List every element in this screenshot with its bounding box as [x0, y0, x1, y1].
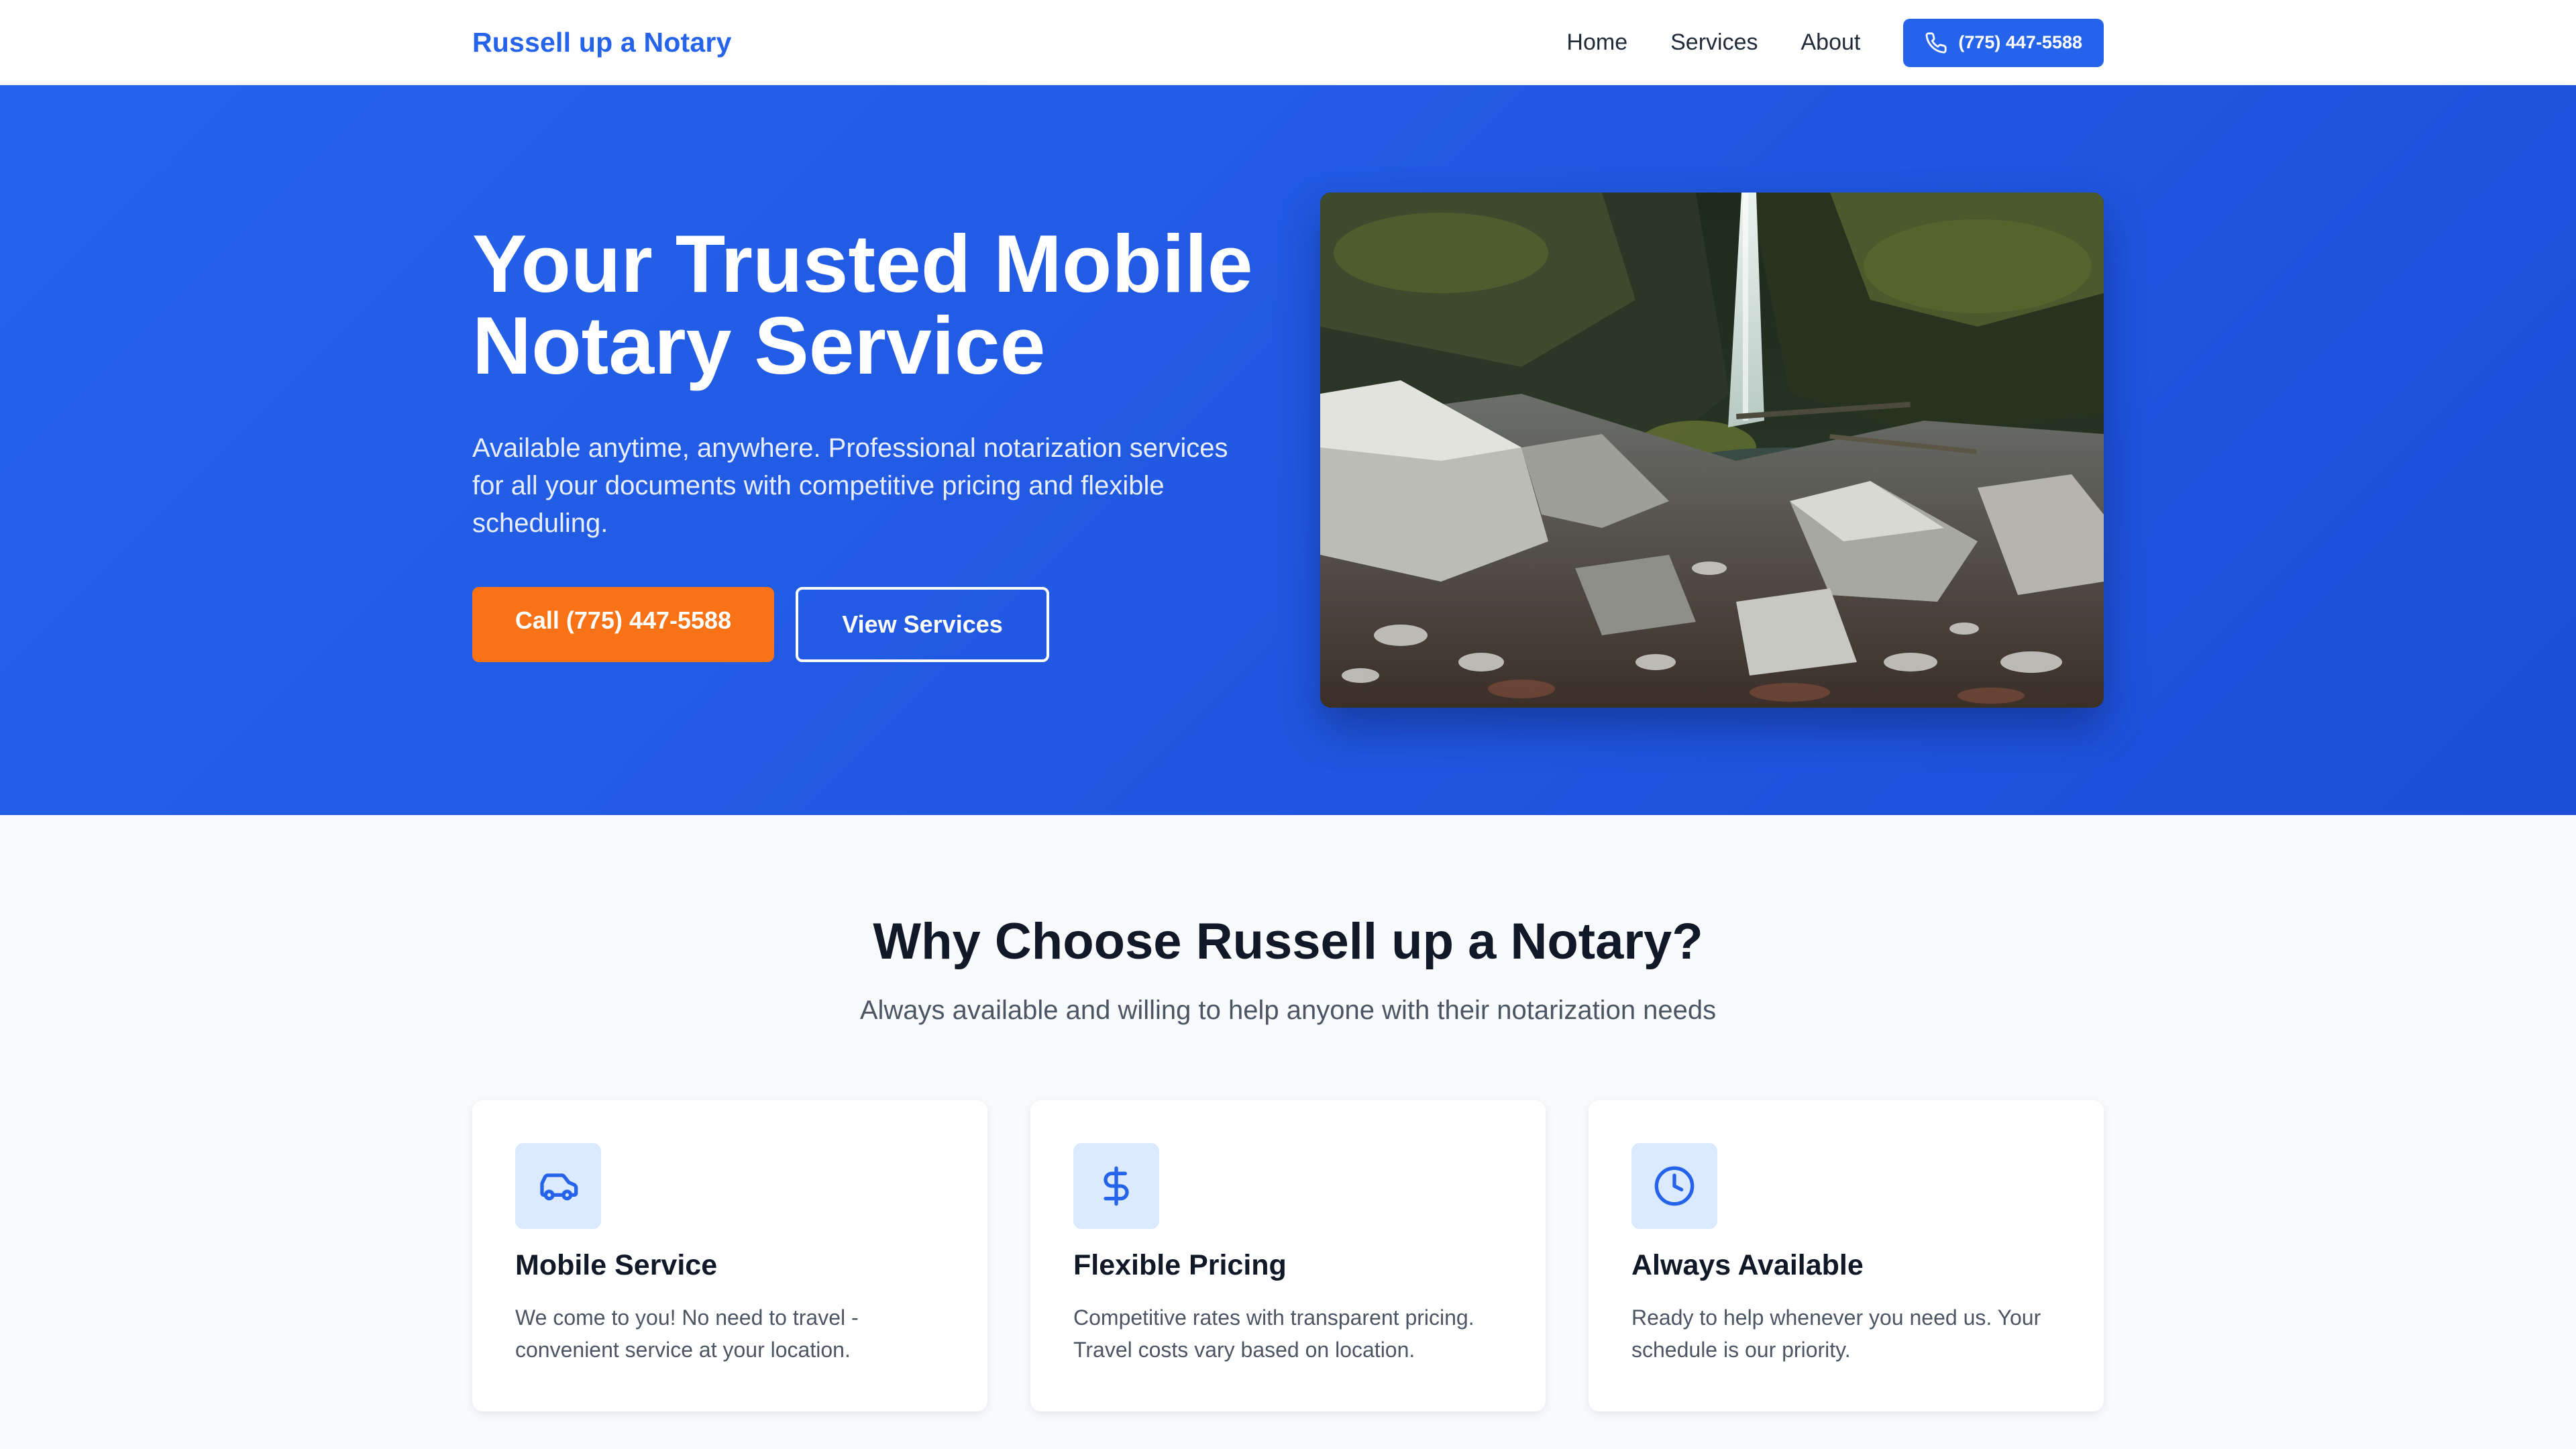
card-title: Mobile Service — [515, 1249, 718, 1281]
nav-link-services[interactable]: Services — [1670, 30, 1758, 56]
features-subtitle: Always available and willing to help any… — [859, 996, 1717, 1025]
card-title: Flexible Pricing — [1073, 1249, 1287, 1281]
nav-phone-label: (775) 447-5588 — [1958, 32, 2082, 52]
card-text: We come to you! No need to travel - conv… — [515, 1305, 859, 1362]
card-icon-wrap — [1073, 1143, 1159, 1229]
phone-icon — [1925, 32, 1947, 53]
feature-card-always-available: Always Available Ready to help whenever … — [1589, 1100, 2104, 1411]
nav-link-home[interactable]: Home — [1566, 30, 1627, 56]
call-button[interactable]: Call (775) 447-5588 — [472, 587, 774, 662]
nav-phone-button[interactable]: (775) 447-5588 — [1903, 18, 2104, 67]
hero-image — [1320, 193, 2104, 708]
view-services-button[interactable]: View Services — [796, 587, 1049, 662]
features-title: Why Choose Russell up a Notary? — [873, 913, 1703, 970]
card-title: Always Available — [1631, 1249, 1864, 1281]
feature-card-mobile-service: Mobile Service We come to you! No need t… — [472, 1100, 987, 1411]
navbar: Russell up a Notary Home Services About … — [0, 0, 2576, 85]
card-text: Ready to help whenever you need us. Your… — [1631, 1305, 2041, 1362]
nav-link-about[interactable]: About — [1801, 30, 1861, 56]
feature-card-flexible-pricing: Flexible Pricing Competitive rates with … — [1030, 1100, 1546, 1411]
car-icon — [540, 1173, 578, 1201]
nav-links: Home Services About (775) 447-5588 — [1566, 18, 2104, 67]
clock-icon — [1654, 1166, 1695, 1206]
brand-logo[interactable]: Russell up a Notary — [472, 27, 732, 58]
card-icon-wrap — [1631, 1143, 1717, 1229]
card-text: Competitive rates with transparent prici… — [1073, 1305, 1474, 1362]
card-icon-wrap — [515, 1143, 601, 1229]
hero-buttons: Call (775) 447-5588 View Services — [472, 587, 1049, 662]
hero-title: Your Trusted Mobile Notary Service — [472, 218, 1253, 391]
hero-subtitle: Available anytime, anywhere. Professiona… — [472, 433, 1228, 538]
dollar-icon — [1104, 1166, 1129, 1206]
hero-section: Your Trusted Mobile Notary Service Avail… — [0, 85, 2576, 815]
waterfall-canyon-photo — [1320, 193, 2104, 708]
